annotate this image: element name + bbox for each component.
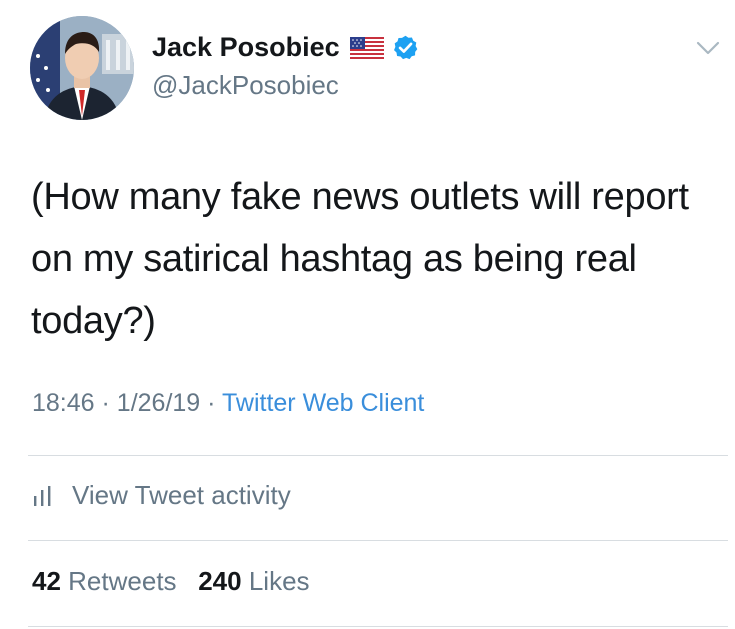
likes-stat[interactable]: 240 Likes	[198, 566, 309, 596]
likes-count: 240	[198, 566, 242, 596]
retweets-count: 42	[32, 566, 61, 596]
meta-separator: ·	[101, 389, 110, 417]
view-tweet-activity-label: View Tweet activity	[72, 480, 291, 510]
verified-icon	[393, 35, 417, 60]
divider	[28, 540, 728, 541]
view-tweet-activity-button[interactable]: View Tweet activity	[32, 480, 291, 511]
flag-us-icon	[349, 36, 384, 59]
author-display-name[interactable]: Jack Posobiec	[152, 32, 340, 63]
retweets-stat[interactable]: 42 Retweets	[32, 566, 177, 596]
chevron-down-icon[interactable]	[694, 38, 722, 58]
bar-chart-icon	[34, 485, 51, 506]
likes-label: Likes	[248, 566, 310, 596]
avatar[interactable]	[30, 16, 134, 120]
tweet-meta: 18:46 · 1/26/19 · Twitter Web Client	[32, 389, 424, 418]
author-handle[interactable]: @JackPosobiec	[152, 70, 339, 101]
retweets-label: Retweets	[68, 566, 177, 596]
tweet-text: (How many fake news outlets will report …	[31, 176, 689, 342]
tweet-date[interactable]: 1/26/19	[117, 389, 200, 417]
avatar-image	[30, 16, 134, 120]
author-name-row[interactable]: Jack Posobiec	[152, 32, 419, 63]
tweet-source-link[interactable]: Twitter Web Client	[222, 389, 424, 417]
divider	[28, 626, 728, 627]
divider	[28, 455, 728, 456]
tweet-stats: 42 Retweets 240 Likes	[32, 566, 310, 597]
tweet-header: Jack Posobiec @JackPosobiec	[0, 0, 735, 130]
meta-separator: ·	[207, 389, 216, 417]
tweet-time[interactable]: 18:46	[32, 389, 95, 417]
